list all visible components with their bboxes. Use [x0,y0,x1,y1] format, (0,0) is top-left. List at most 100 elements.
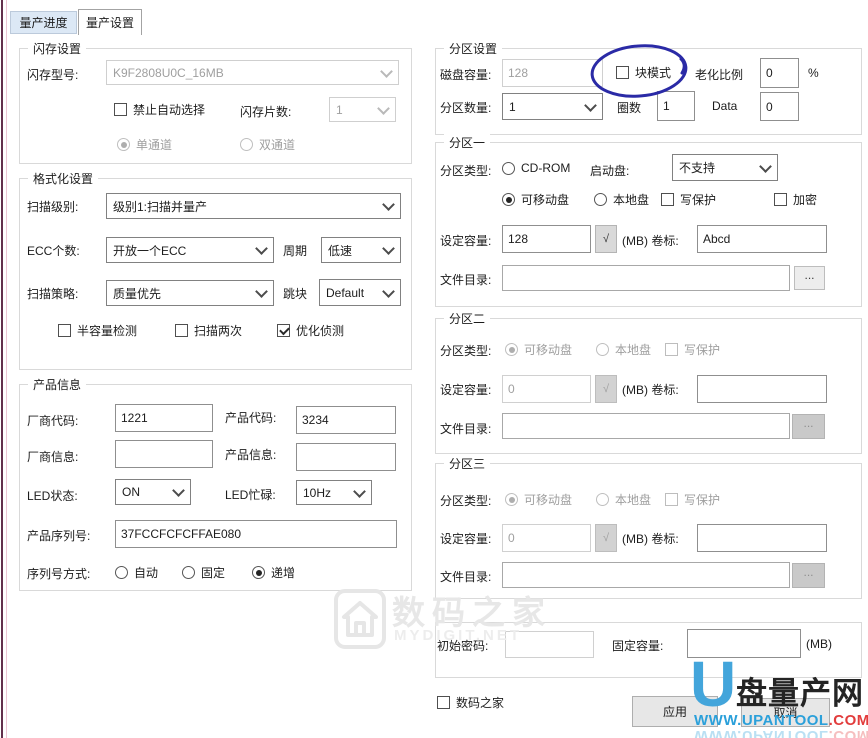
tab-production-progress[interactable]: 量产进度 [10,11,77,34]
scan-twice-checkbox[interactable]: 扫描两次 [175,322,242,339]
p2-volume-input[interactable] [697,375,827,403]
data-input[interactable] [760,92,799,121]
p1-write-protect-checkbox[interactable]: 写保护 [661,191,716,208]
half-capacity-checkbox[interactable]: 半容量检测 [58,322,137,339]
scan-level-label: 扫描级别: [27,198,78,215]
flash-model-label: 闪存型号: [27,66,78,83]
product-info-input[interactable] [296,443,396,471]
checkbox-icon [774,193,787,206]
cycle-dropdown[interactable]: 低速 [321,237,401,263]
p3-browse-button[interactable]: ... [792,563,825,588]
p1-browse-button[interactable]: ... [794,266,825,290]
p2-dir-input[interactable] [502,413,790,439]
mydigit-checkbox[interactable]: 数码之家 [437,694,504,711]
vendor-code-label: 厂商代码: [27,412,78,429]
checkbox-icon [437,696,450,709]
initial-password-input[interactable] [505,631,594,658]
checkbox-label: 块模式 [635,64,671,81]
p1-boot-value: 不支持 [679,159,715,176]
logo-url-tld: .COM [829,712,868,729]
radio-label: 可移动盘 [524,491,572,508]
data-label: Data [712,99,737,113]
cycle-label: 周期 [283,242,307,259]
p2-browse-button[interactable]: ... [792,414,825,439]
radio-selected-icon [252,566,265,579]
p1-capacity-check-button[interactable]: √ [595,225,617,253]
vendor-info-input[interactable] [115,440,213,468]
skip-block-label: 跳块 [283,285,307,302]
radio-label: 可移动盘 [524,341,572,358]
p1-cdrom-radio[interactable]: CD-ROM [502,161,570,175]
p3-write-protect-checkbox[interactable]: 写保护 [665,491,720,508]
p1-encrypt-checkbox[interactable]: 加密 [774,191,817,208]
serial-auto-radio[interactable]: 自动 [115,564,158,581]
tab-label: 量产进度 [19,14,67,31]
p3-mb-volume-label: (MB) 卷标: [622,530,679,547]
scan-strategy-dropdown[interactable]: 质量优先 [106,280,274,306]
chevron-down-icon [380,65,393,78]
radio-label: 本地盘 [615,341,651,358]
p1-removable-radio[interactable]: 可移动盘 [502,191,569,208]
radio-label: 双通道 [259,136,295,153]
p3-dir-input[interactable] [502,562,790,588]
p3-local-disk-radio[interactable]: 本地盘 [596,491,651,508]
group-title: 产品信息 [28,376,86,393]
disk-capacity-input[interactable] [502,59,603,87]
led-state-label: LED状态: [27,487,78,504]
p2-capacity-check-button[interactable]: √ [595,375,617,403]
single-channel-radio[interactable]: 单通道 [117,136,172,153]
partition-count-label: 分区数量: [440,99,491,116]
p1-capacity-label: 设定容量: [440,232,491,249]
checkbox-icon [114,103,127,116]
p3-dir-label: 文件目录: [440,568,491,585]
p1-boot-dropdown[interactable]: 不支持 [672,154,778,181]
p3-capacity-input[interactable] [502,524,591,552]
percent-label: % [808,66,819,80]
laps-input[interactable] [657,91,695,121]
ecc-count-dropdown[interactable]: 开放一个ECC [106,237,274,263]
checkbox-label: 数码之家 [456,694,504,711]
block-mode-checkbox[interactable]: 块模式 [616,64,671,81]
p1-local-disk-radio[interactable]: 本地盘 [594,191,649,208]
disk-capacity-label: 磁盘容量: [440,66,491,83]
led-state-value: ON [122,485,140,499]
fixed-capacity-input[interactable] [687,629,801,658]
cancel-button[interactable]: 取消 [741,698,830,727]
p3-volume-input[interactable] [697,524,827,552]
p2-capacity-input[interactable] [502,375,591,403]
apply-button[interactable]: 应用 [632,696,718,727]
aging-ratio-input[interactable] [760,58,799,88]
p3-capacity-check-button[interactable]: √ [595,524,617,552]
p3-removable-radio[interactable]: 可移动盘 [505,491,572,508]
led-busy-dropdown[interactable]: 10Hz [296,480,372,505]
led-state-dropdown[interactable]: ON [115,479,191,505]
ellipsis-icon: ... [803,567,813,577]
p2-local-disk-radio[interactable]: 本地盘 [596,341,651,358]
flash-model-dropdown[interactable]: K9F2808U0C_16MB [106,60,399,85]
mass-production-tool-window: 量产进度 量产设置 闪存设置 闪存型号: K9F2808U0C_16MB 禁止自… [0,0,868,738]
tab-production-settings[interactable]: 量产设置 [78,9,142,35]
p1-capacity-input[interactable] [502,225,591,253]
cycle-value: 低速 [328,242,352,259]
radio-label: 递增 [271,564,295,581]
partition-count-dropdown[interactable]: 1 [502,93,603,120]
serial-increment-radio[interactable]: 递增 [252,564,295,581]
serial-fixed-radio[interactable]: 固定 [182,564,225,581]
serial-number-input[interactable] [115,520,397,548]
optimize-detect-checkbox[interactable]: 优化侦测 [277,322,344,339]
p1-dir-input[interactable] [502,265,790,291]
disable-auto-select-checkbox[interactable]: 禁止自动选择 [114,101,205,118]
chip-count-dropdown[interactable]: 1 [329,97,396,122]
scan-level-dropdown[interactable]: 级别1:扫描并量产 [106,193,401,219]
aging-ratio-label: 老化比例 [695,66,743,83]
dual-channel-radio[interactable]: 双通道 [240,136,295,153]
vendor-code-input[interactable] [115,404,213,432]
ecc-count-value: 开放一个ECC [113,242,186,259]
p2-removable-radio[interactable]: 可移动盘 [505,341,572,358]
p1-boot-label: 启动盘: [590,162,629,179]
chevron-down-icon [382,285,395,298]
product-code-input[interactable] [296,406,396,434]
skip-block-dropdown[interactable]: Default [319,279,401,306]
p1-volume-input[interactable] [697,225,827,253]
p2-write-protect-checkbox[interactable]: 写保护 [665,341,720,358]
